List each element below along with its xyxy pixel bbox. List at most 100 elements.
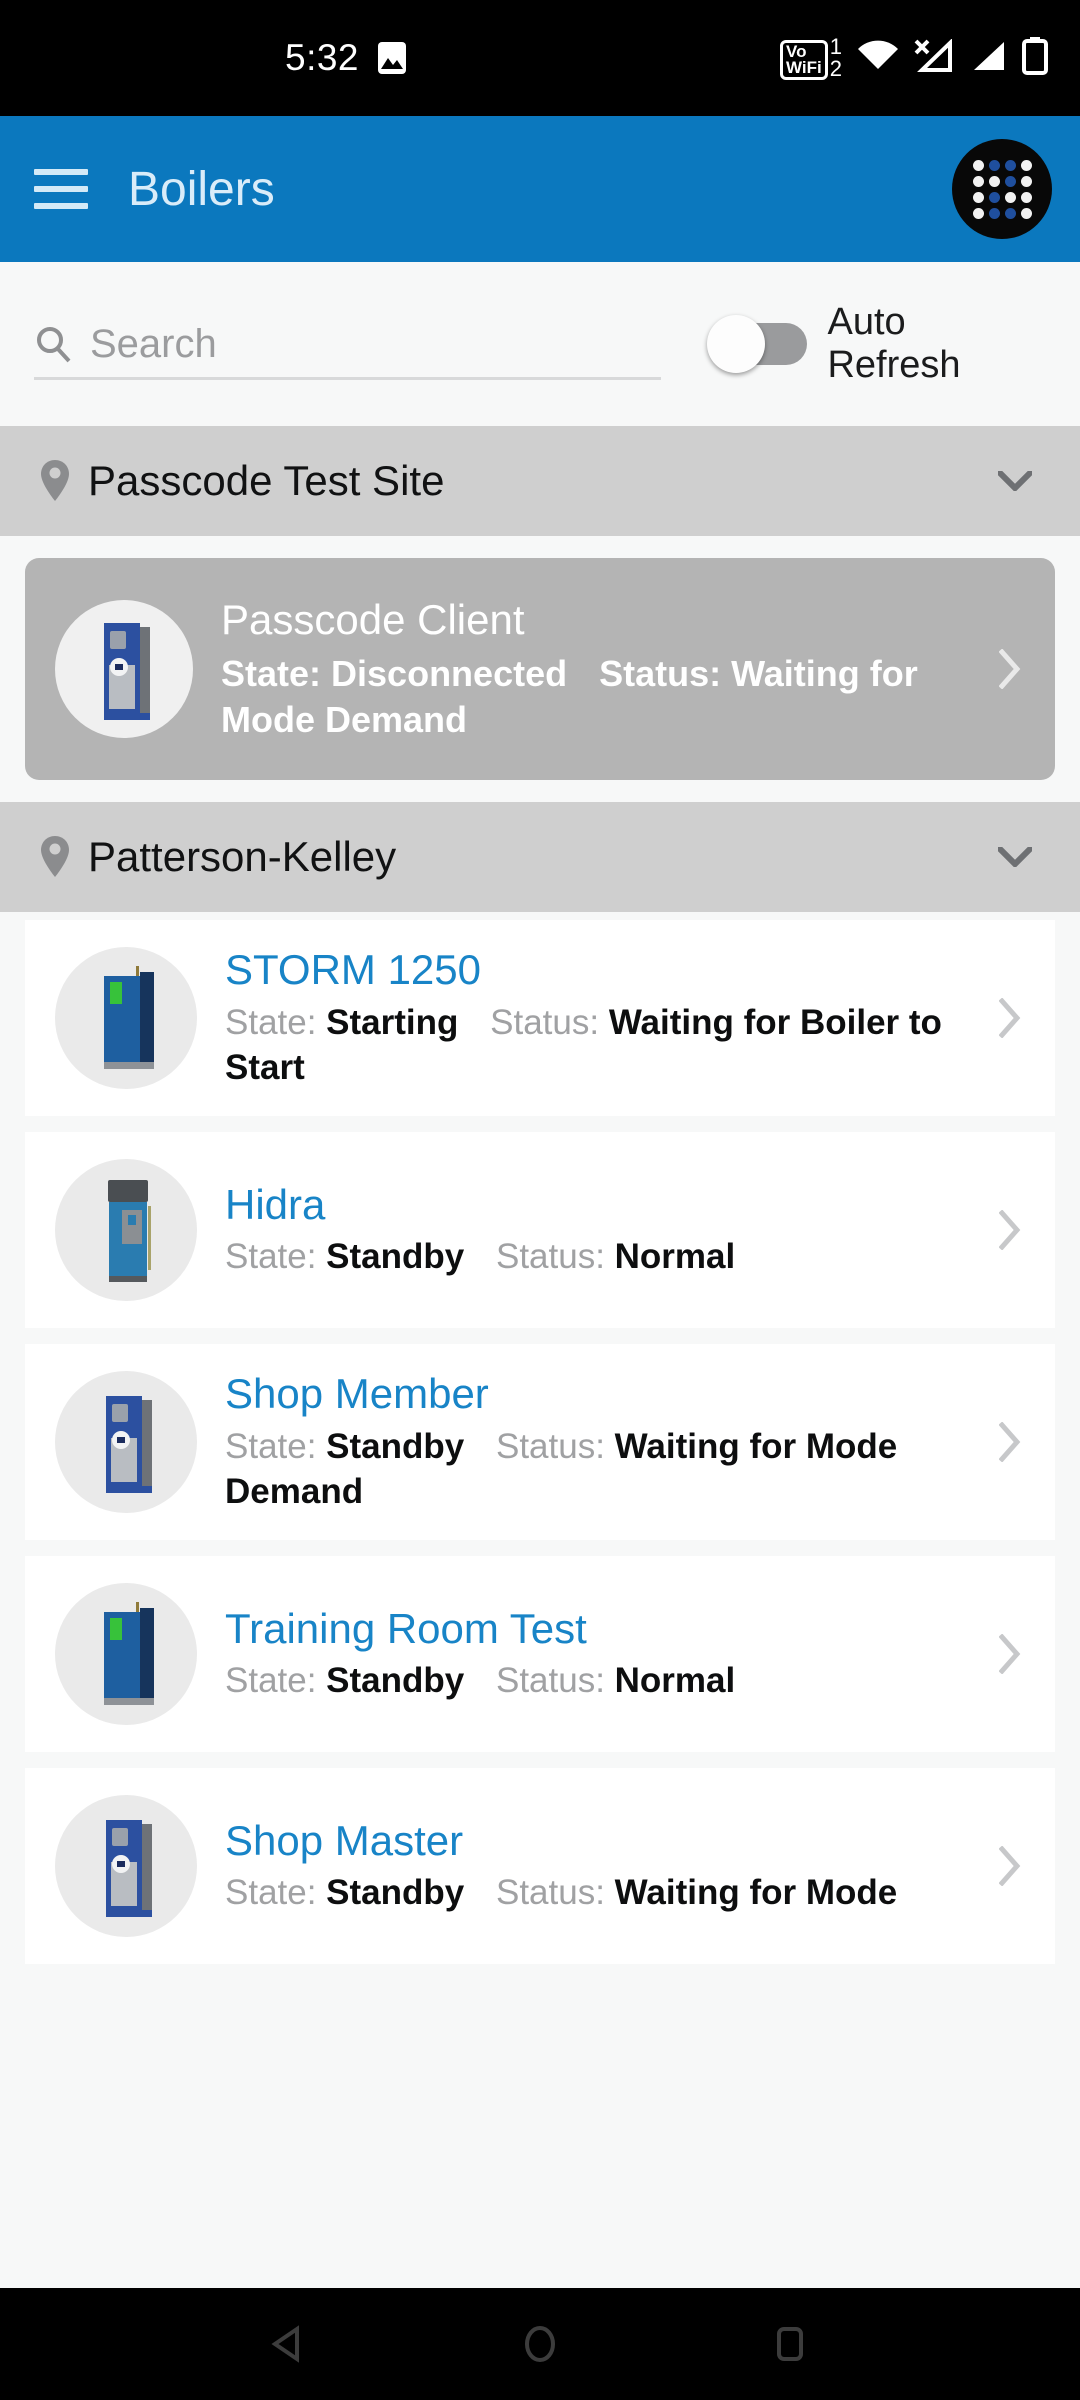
signal-no-service-icon	[914, 37, 954, 78]
search-field-wrapper[interactable]: Search	[34, 296, 679, 392]
boiler-card[interactable]: STORM 1250 State: Starting Status: Waiti…	[25, 920, 1055, 1116]
logo-dot	[1020, 191, 1032, 203]
page-title: Boilers	[128, 162, 275, 216]
logo-dot	[972, 159, 984, 171]
volte-index-1: 1	[829, 34, 842, 59]
boiler-meta: State: Standby Status: Waiting for Mode	[225, 1871, 985, 1916]
chevron-right-icon[interactable]	[998, 1209, 1021, 1251]
status-label: Status:	[495, 1426, 615, 1466]
state-label: State:	[221, 652, 332, 694]
logo-dot	[988, 207, 1000, 219]
logo-dot	[988, 191, 1000, 203]
logo-dot	[1020, 207, 1032, 219]
site-header[interactable]: Patterson-Kelley	[0, 802, 1080, 912]
phone-screen: 5:32 Vo WiFi 1 2 Boilers Search Auto Ref…	[0, 0, 1080, 2400]
boiler-card[interactable]: Shop Master State: Standby Status: Waiti…	[25, 1768, 1055, 1964]
boiler-site-list: Passcode Test Site Passcode Client State…	[0, 426, 1080, 1972]
pk-dots-logo-icon[interactable]	[952, 139, 1052, 239]
boiler-cabinet-blue-icon	[55, 1795, 197, 1937]
logo-dot	[972, 207, 984, 219]
state-value: Starting	[326, 1002, 459, 1042]
auto-refresh-label: Auto Refresh	[827, 301, 961, 386]
status-bar-right: Vo WiFi 1 2	[780, 36, 1048, 80]
home-circle-icon[interactable]	[510, 2314, 570, 2374]
site-boiler-group: Passcode Client State: Disconnected Stat…	[0, 536, 1080, 802]
state-value: Standby	[326, 1237, 465, 1277]
search-icon	[34, 325, 72, 363]
boiler-name: Passcode Client	[221, 596, 525, 644]
chevron-right-icon[interactable]	[998, 1633, 1021, 1675]
boiler-card-body: Shop Master State: Standby Status: Waiti…	[197, 1816, 1055, 1916]
boiler-card-body: STORM 1250 State: Starting Status: Waiti…	[197, 945, 1055, 1090]
volte-index-2: 2	[829, 56, 842, 81]
logo-dot	[988, 159, 1000, 171]
status-label: Status:	[599, 652, 732, 694]
logo-dot	[1020, 175, 1032, 187]
state-value: Standby	[326, 1873, 465, 1913]
state-label: State:	[225, 1661, 327, 1701]
boiler-card-body: Training Room Test State: Standby Status…	[197, 1604, 1055, 1704]
card-spacer	[0, 1540, 1080, 1556]
logo-dot	[1020, 159, 1032, 171]
search-input[interactable]: Search	[90, 322, 217, 367]
app-bar: Boilers	[0, 116, 1080, 262]
boiler-card[interactable]: Shop Member State: Standby Status: Waiti…	[25, 1344, 1055, 1540]
boiler-name: Hidra	[225, 1180, 326, 1228]
logo-dot	[1004, 159, 1016, 171]
volte-wifi-calling-icon: Vo WiFi 1 2	[780, 36, 842, 80]
card-spacer	[0, 1328, 1080, 1344]
boiler-card[interactable]: Hidra State: Standby Status: Normal	[25, 1132, 1055, 1328]
boiler-cabinet-blue-icon	[55, 600, 193, 738]
site-header[interactable]: Passcode Test Site	[0, 426, 1080, 536]
logo-dot	[972, 175, 984, 187]
hamburger-menu-icon[interactable]	[34, 169, 88, 209]
boiler-card-body: Passcode Client State: Disconnected Stat…	[193, 595, 1055, 743]
status-bar-left: 5:32	[285, 37, 407, 79]
chevron-down-icon[interactable]	[995, 844, 1035, 869]
search-row: Search Auto Refresh	[0, 262, 1080, 426]
volte-line-2: WiFi	[786, 57, 822, 77]
boiler-meta: State: Starting Status: Waiting for Boil…	[225, 1001, 985, 1091]
toggle-knob[interactable]	[706, 315, 765, 373]
state-label: State:	[225, 1426, 327, 1466]
state-value: Disconnected	[331, 652, 568, 694]
state-label: State:	[225, 1237, 327, 1277]
location-pin-icon	[40, 459, 70, 503]
boiler-cylinder-icon	[55, 1159, 197, 1301]
status-value: Waiting for Mode	[614, 1873, 898, 1913]
back-triangle-icon[interactable]	[260, 2314, 320, 2374]
status-value: Normal	[614, 1661, 736, 1701]
chevron-right-icon[interactable]	[998, 1421, 1021, 1463]
status-label: Status:	[490, 1002, 609, 1042]
site-boiler-group: STORM 1250 State: Starting Status: Waiti…	[0, 912, 1080, 1972]
recents-square-icon[interactable]	[760, 2314, 820, 2374]
boiler-card[interactable]: Passcode Client State: Disconnected Stat…	[25, 558, 1055, 780]
chevron-right-icon[interactable]	[998, 997, 1021, 1039]
battery-icon	[1022, 36, 1048, 80]
status-label: Status:	[495, 1661, 615, 1701]
boiler-cabinet-green-panel-icon	[55, 1583, 197, 1725]
card-spacer	[0, 1116, 1080, 1132]
chevron-right-icon[interactable]	[998, 648, 1021, 690]
search-underline	[34, 377, 661, 380]
status-value: Normal	[614, 1237, 736, 1277]
chevron-down-icon[interactable]	[995, 468, 1035, 493]
location-pin-icon	[40, 835, 70, 879]
auto-refresh-toggle[interactable]	[706, 315, 807, 373]
boiler-name: Training Room Test	[225, 1604, 587, 1652]
chevron-right-icon[interactable]	[998, 1845, 1021, 1887]
boiler-meta: State: Standby Status: Waiting for Mode …	[225, 1425, 985, 1515]
image-icon	[377, 41, 407, 75]
logo-dot	[1004, 207, 1016, 219]
site-name: Patterson-Kelley	[88, 833, 397, 880]
status-bar: 5:32 Vo WiFi 1 2	[0, 0, 1080, 116]
auto-refresh-control[interactable]: Auto Refresh	[706, 301, 1046, 387]
logo-dot	[1004, 175, 1016, 187]
site-name: Passcode Test Site	[88, 457, 445, 504]
state-label: State:	[225, 1002, 327, 1042]
wifi-icon	[856, 39, 900, 78]
signal-icon	[968, 39, 1008, 78]
android-nav-bar	[0, 2288, 1080, 2400]
state-label: State:	[225, 1873, 327, 1913]
boiler-card[interactable]: Training Room Test State: Standby Status…	[25, 1556, 1055, 1752]
